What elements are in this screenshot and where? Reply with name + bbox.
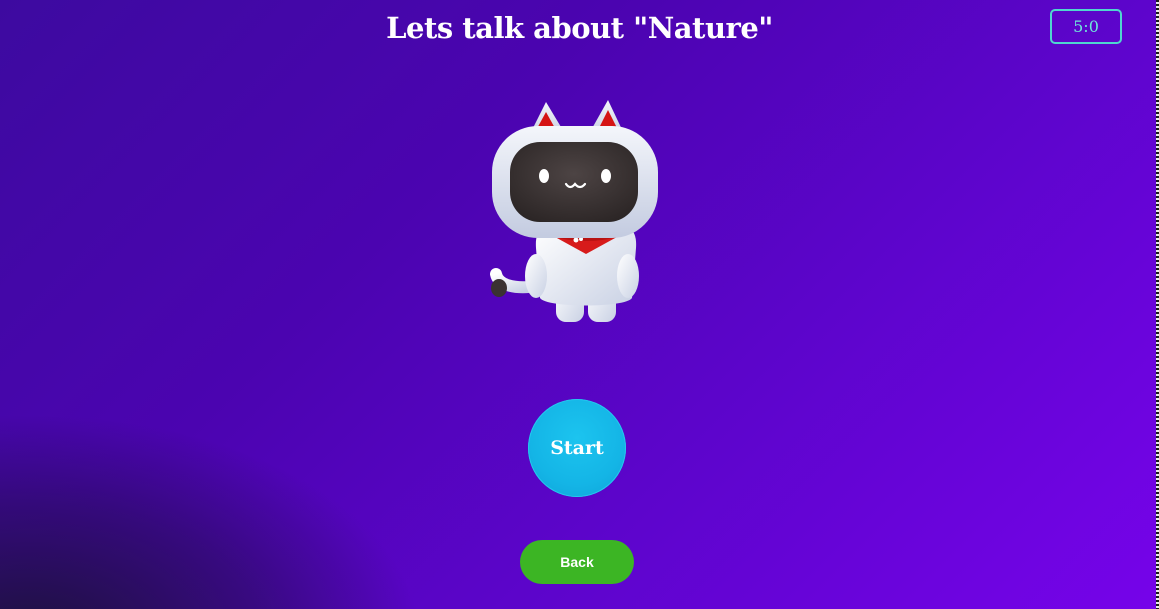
robot-cat-icon — [490, 100, 658, 322]
start-button[interactable]: Start — [528, 399, 626, 497]
page-title: Lets talk about "Nature" — [386, 11, 773, 45]
timer-display: 5:0 — [1050, 9, 1122, 44]
back-button[interactable]: Back — [520, 540, 634, 584]
mascot-image — [486, 98, 666, 326]
